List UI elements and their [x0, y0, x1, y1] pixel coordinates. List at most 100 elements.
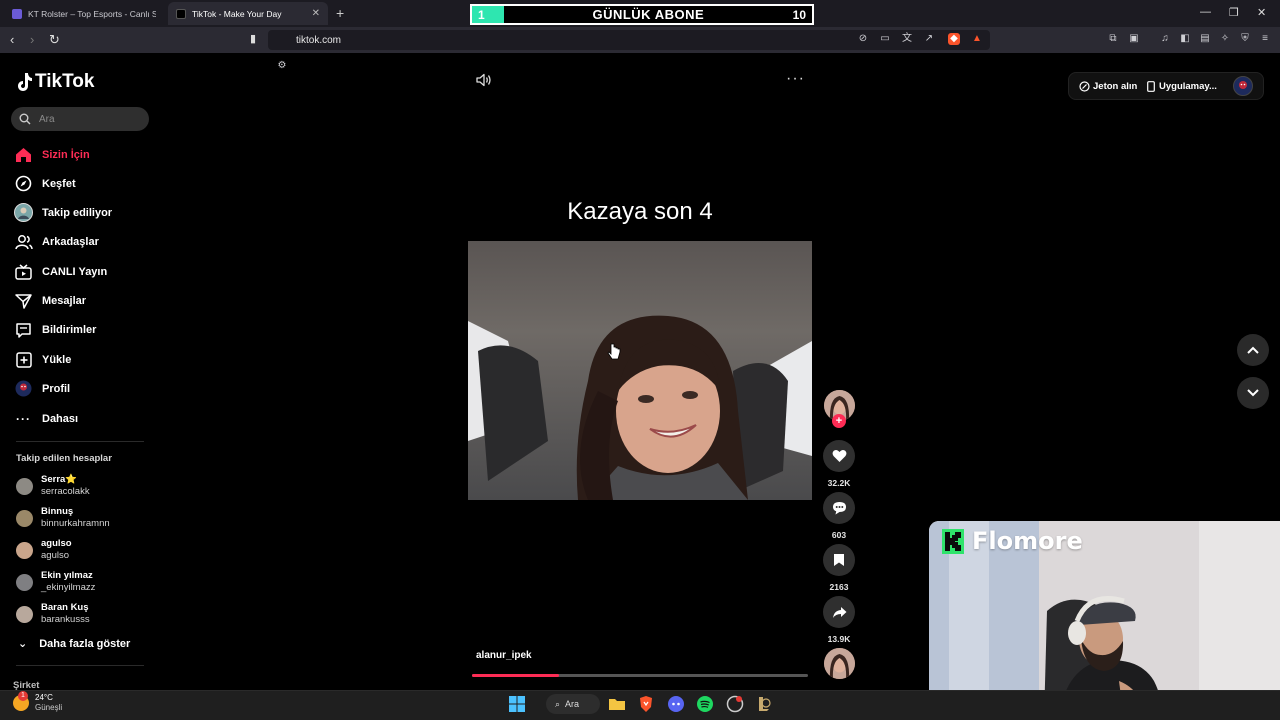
- brave-rewards-icon[interactable]: ▲: [971, 33, 983, 45]
- followed-account-item[interactable]: agulso agulso: [16, 538, 72, 562]
- wallet-icon[interactable]: ▤: [1199, 33, 1211, 45]
- next-video-button[interactable]: [1237, 377, 1269, 409]
- browser-tab-ktrolster[interactable]: KT Rolster – Top Esports - Canlı Sonu: [4, 2, 164, 25]
- bookmark-icon[interactable]: ▮: [250, 32, 256, 45]
- friends-icon: [14, 232, 33, 251]
- extensions-icon[interactable]: ⧉: [1107, 33, 1119, 45]
- webcam-brand-name: Flomore: [972, 527, 1083, 555]
- file-explorer-icon[interactable]: [608, 695, 626, 713]
- tiktok-logo[interactable]: TikTok: [16, 71, 94, 93]
- followed-account-item[interactable]: Ekin yılmaz _ekinyilmazz: [16, 570, 95, 594]
- weather-widget[interactable]: 1 24°C Güneşli: [13, 691, 62, 713]
- get-app-button[interactable]: Uygulamay...: [1147, 73, 1217, 99]
- screenshot-icon[interactable]: ▣: [1128, 33, 1140, 45]
- translate-icon[interactable]: 文: [901, 33, 913, 45]
- avatar: [16, 573, 33, 591]
- url-text: tiktok.com: [296, 35, 342, 46]
- brave-shield-icon[interactable]: ◆: [948, 33, 960, 45]
- app-icon[interactable]: [726, 695, 744, 713]
- spotify-icon[interactable]: [696, 695, 714, 713]
- share-button[interactable]: [823, 596, 855, 628]
- volume-icon[interactable]: [476, 73, 492, 90]
- browser-tab-tiktok[interactable]: TikTok - Make Your Day ✕: [168, 2, 328, 25]
- nav-messages[interactable]: Mesajlar: [14, 291, 86, 310]
- discord-icon[interactable]: [667, 695, 685, 713]
- close-window-icon[interactable]: ✕: [1257, 6, 1266, 19]
- sidebar-icon[interactable]: ◧: [1179, 33, 1191, 45]
- nav-notifications[interactable]: Bildirimler: [14, 320, 96, 339]
- avatar: [16, 605, 33, 623]
- nav-upload[interactable]: Yükle: [14, 350, 71, 369]
- menu-icon[interactable]: ≡: [1259, 33, 1271, 45]
- video-options-icon[interactable]: ···: [786, 70, 805, 88]
- video-player[interactable]: [468, 241, 812, 500]
- bookmark-icon: [834, 554, 844, 566]
- profile-icon: [14, 379, 33, 398]
- league-of-legends-icon[interactable]: [755, 695, 773, 713]
- maximize-icon[interactable]: ❐: [1229, 6, 1239, 19]
- subscriber-label: GÜNLÜK ABONE: [592, 7, 705, 22]
- minimize-icon[interactable]: —: [1200, 6, 1211, 18]
- nav-label: Dahası: [42, 412, 79, 425]
- sound-avatar-button[interactable]: [822, 648, 856, 679]
- forward-icon[interactable]: ›: [30, 32, 34, 47]
- vpn-icon[interactable]: ⛨: [1239, 33, 1251, 45]
- share-action[interactable]: 13.9K: [822, 596, 856, 644]
- avatar: [16, 477, 33, 495]
- home-icon: [14, 145, 33, 164]
- taskbar-search[interactable]: ⌕ Ara: [546, 694, 600, 714]
- followed-account-item[interactable]: Binnuş binnurkahramnn: [16, 506, 110, 530]
- nav-more[interactable]: ··· Dahası: [14, 409, 78, 428]
- weather-temperature: 24°C: [35, 693, 53, 702]
- share-icon[interactable]: ↗: [923, 33, 935, 45]
- new-tab-icon[interactable]: +: [336, 5, 344, 21]
- account-name: agulso: [41, 538, 72, 549]
- show-more-button[interactable]: ⌄ Daha fazla göster: [18, 637, 130, 651]
- comment-count: 603: [831, 530, 847, 540]
- phone-icon: [1147, 80, 1155, 92]
- nav-label: Arkadaşlar: [42, 235, 99, 248]
- avatar: [16, 509, 33, 527]
- like-action[interactable]: 32.2K: [822, 440, 856, 488]
- video-progress-bar[interactable]: [472, 674, 808, 677]
- nav-for-you[interactable]: Sizin İçin: [14, 145, 90, 164]
- reload-icon[interactable]: ↻: [49, 32, 60, 48]
- brave-browser-icon[interactable]: [637, 695, 655, 713]
- search-input[interactable]: Ara: [11, 107, 149, 131]
- share-arrow-icon: [832, 606, 846, 618]
- nav-following[interactable]: Takip ediliyor: [14, 203, 112, 222]
- media-icon[interactable]: ♫: [1159, 33, 1171, 45]
- account-username: binnurkahramnn: [41, 518, 110, 529]
- leo-ai-icon[interactable]: ✧: [1219, 33, 1231, 45]
- nav-live[interactable]: CANLI Yayın: [14, 262, 107, 281]
- followed-account-item[interactable]: Serra⭐ serracolakk: [16, 474, 90, 498]
- nav-friends[interactable]: Arkadaşlar: [14, 232, 99, 251]
- followed-account-item[interactable]: Baran Kuş barankusss: [16, 602, 90, 626]
- taskbar-search-label: Ara: [565, 699, 580, 709]
- nav-explore[interactable]: Keşfet: [14, 174, 76, 193]
- site-info-icon[interactable]: ⚙: [276, 60, 288, 72]
- mute-site-icon[interactable]: ⊘: [857, 33, 869, 45]
- comment-button[interactable]: [823, 492, 855, 524]
- chevron-down-icon: ⌄: [18, 638, 28, 650]
- windows-start-icon[interactable]: [508, 695, 526, 713]
- comment-action[interactable]: 603: [822, 492, 856, 540]
- sun-icon: 1: [13, 691, 29, 711]
- save-button[interactable]: [823, 544, 855, 576]
- cast-icon[interactable]: ▭: [879, 33, 891, 45]
- back-icon[interactable]: ‹: [10, 32, 14, 47]
- live-icon: [14, 262, 33, 281]
- video-author[interactable]: alanur_ipek: [476, 650, 532, 661]
- follow-plus-icon[interactable]: +: [832, 414, 846, 428]
- creator-avatar-button[interactable]: +: [822, 390, 856, 430]
- save-action[interactable]: 2163: [822, 544, 856, 592]
- profile-avatar-button[interactable]: [1233, 76, 1253, 96]
- get-coins-button[interactable]: Jeton alın: [1079, 73, 1137, 99]
- nav-label: Keşfet: [42, 177, 76, 190]
- close-tab-icon[interactable]: ✕: [312, 8, 320, 19]
- like-button[interactable]: [823, 440, 855, 472]
- nav-profile[interactable]: Profil: [14, 379, 70, 398]
- search-placeholder: Ara: [39, 113, 55, 125]
- upload-icon: [14, 350, 33, 369]
- previous-video-button[interactable]: [1237, 334, 1269, 366]
